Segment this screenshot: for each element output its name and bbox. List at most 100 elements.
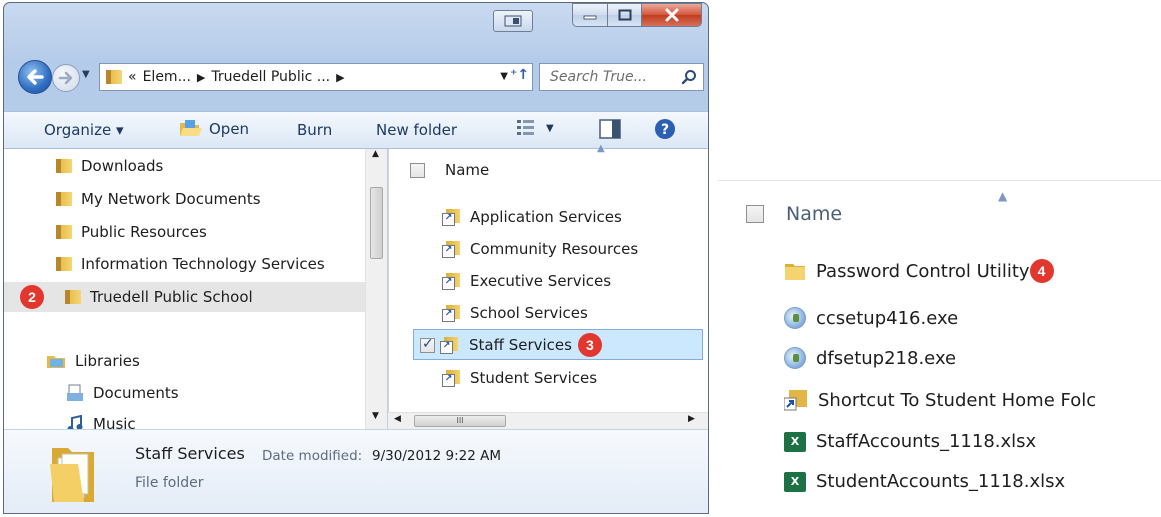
item-checkbox[interactable] (420, 336, 435, 353)
minimize-icon (583, 15, 597, 20)
scroll-thumb[interactable] (370, 187, 383, 259)
organize-menu[interactable]: Organize ▾ (44, 121, 124, 139)
search-icon[interactable] (681, 69, 697, 85)
name-column-header[interactable]: Name (746, 203, 842, 225)
arrow-right-icon (58, 71, 73, 85)
file-item-executive-services[interactable]: Executive Services (442, 268, 612, 294)
breadcrumb-truedell[interactable]: Truedell Public ... (211, 69, 330, 85)
view-dropdown-icon[interactable]: ▼ (546, 123, 554, 134)
show-desktop-button[interactable] (493, 10, 533, 32)
sort-ascending-icon: ▲ (597, 143, 605, 154)
nav-item-truedell-public-school[interactable]: 2 Truedell Public School (20, 284, 253, 310)
minimize-button[interactable] (572, 3, 608, 27)
nav-item-downloads[interactable]: Downloads (56, 153, 163, 179)
folder-icon (785, 264, 805, 280)
file-item-label: Password Control Utility (816, 260, 1030, 282)
file-item-label: dfsetup218.exe (816, 347, 957, 369)
help-button[interactable]: ? (654, 118, 676, 144)
nav-item-label: Downloads (81, 157, 164, 175)
folder-shortcut-icon (442, 370, 461, 387)
file-item-shortcut-student-home-folder[interactable]: Shortcut To Student Home Folc (784, 389, 1096, 411)
step-badge: 3 (577, 333, 602, 357)
navigation-pane-scrollbar[interactable]: ▲ ▼ (365, 149, 387, 429)
recent-pages-dropdown[interactable]: ▼ (82, 69, 90, 80)
open-folder-icon (180, 120, 202, 136)
file-item-label: Student Services (470, 369, 598, 387)
window-switch-icon (504, 15, 522, 27)
file-item-studentaccounts-xlsx[interactable]: X StudentAccounts_1118.xlsx (784, 471, 1065, 492)
nav-item-label: Public Resources (81, 223, 207, 241)
scroll-up-icon[interactable]: ▲ (372, 149, 379, 159)
svg-text:?: ? (661, 122, 669, 138)
name-column-header[interactable]: Name (410, 161, 489, 179)
column-header-label: Name (445, 161, 490, 179)
step-badge: 4 (1029, 259, 1054, 283)
search-input[interactable]: Search True... (539, 63, 704, 91)
search-placeholder: Search True... (550, 69, 647, 85)
details-date-label: Date modified: (262, 448, 363, 464)
nav-item-label: Truedell Public School (90, 288, 253, 306)
burn-button[interactable]: Burn (297, 121, 332, 139)
nav-item-libraries[interactable]: Libraries (46, 348, 140, 374)
change-view-button[interactable]: ▼ (516, 118, 554, 138)
view-details-icon (517, 120, 534, 135)
file-item-password-control-utility[interactable]: Password Control Utility 4 (784, 259, 1054, 283)
scroll-left-icon[interactable]: ◀ (394, 414, 401, 424)
select-all-checkbox[interactable] (410, 162, 425, 178)
details-item-name: Staff Services (135, 444, 245, 463)
installer-icon (784, 307, 806, 329)
nav-item-label: Documents (93, 384, 179, 402)
folder-icon (56, 257, 72, 271)
close-button[interactable] (642, 3, 702, 27)
scroll-down-icon[interactable]: ▼ (372, 411, 379, 421)
nav-item-my-network-documents[interactable]: My Network Documents (56, 186, 261, 212)
caption-buttons (572, 3, 702, 33)
scroll-thumb[interactable]: III (414, 415, 506, 427)
scroll-right-icon[interactable]: ▶ (688, 414, 695, 424)
folder-shortcut-icon (442, 241, 461, 258)
breadcrumb-separator-icon[interactable]: ▶ (197, 71, 205, 84)
folder-shortcut-icon (442, 273, 461, 290)
file-list-pane: ▲ Name Application Services Community Re… (388, 143, 708, 412)
file-pane-horizontal-scrollbar[interactable]: ◀ III ▶ (388, 412, 708, 429)
forward-button[interactable] (52, 64, 80, 92)
open-button[interactable]: Open (179, 119, 249, 139)
file-item-application-services[interactable]: Application Services (442, 204, 622, 230)
select-all-checkbox[interactable] (746, 205, 764, 223)
new-folder-button[interactable]: New folder (376, 121, 457, 139)
nav-item-public-resources[interactable]: Public Resources (56, 219, 207, 245)
file-item-ccsetup416[interactable]: ccsetup416.exe (784, 307, 958, 329)
file-item-school-services[interactable]: School Services (442, 300, 588, 326)
breadcrumb-overflow[interactable]: « (128, 69, 137, 85)
file-item-label: Executive Services (470, 272, 612, 290)
file-item-dfsetup218[interactable]: dfsetup218.exe (784, 347, 956, 369)
refresh-icon[interactable]: ⁺↑ (510, 67, 530, 83)
preview-pane-button[interactable] (599, 119, 621, 143)
back-button[interactable] (18, 60, 52, 94)
nav-item-documents[interactable]: Documents (66, 380, 179, 406)
column-header-label: Name (786, 203, 843, 225)
file-item-staffaccounts-xlsx[interactable]: X StaffAccounts_1118.xlsx (784, 431, 1036, 452)
file-item-student-services[interactable]: Student Services (442, 365, 598, 391)
folder-icon (56, 192, 72, 206)
breadcrumb-elementary[interactable]: Elem... (143, 69, 191, 85)
details-pane: Staff Services Date modified: 9/30/2012 … (4, 429, 708, 513)
folder-shortcut-icon (442, 209, 461, 226)
address-bar[interactable]: « Elem... ▶ Truedell Public ... ▶ ▼ ⁺↑ (99, 63, 533, 91)
folder-icon (65, 290, 81, 304)
sort-ascending-icon: ▲ (998, 189, 1008, 203)
excel-icon: X (784, 431, 806, 452)
step-badge: 2 (20, 285, 44, 309)
address-dropdown-icon[interactable]: ▼ (500, 71, 508, 82)
file-item-label: StaffAccounts_1118.xlsx (816, 431, 1037, 452)
file-item-community-resources[interactable]: Community Resources (442, 236, 638, 262)
nav-item-information-technology-services[interactable]: Information Technology Services (56, 251, 325, 277)
file-item-label: ccsetup416.exe (816, 307, 959, 329)
maximize-button[interactable] (608, 3, 642, 27)
file-item-label: School Services (470, 304, 588, 322)
folder-shortcut-icon (440, 337, 459, 354)
large-folder-icon (50, 448, 94, 502)
breadcrumb-separator-icon[interactable]: ▶ (336, 71, 344, 84)
file-item-staff-services[interactable]: Staff Services 3 (420, 332, 602, 358)
navigation-pane: Downloads My Network Documents Public Re… (4, 149, 387, 433)
